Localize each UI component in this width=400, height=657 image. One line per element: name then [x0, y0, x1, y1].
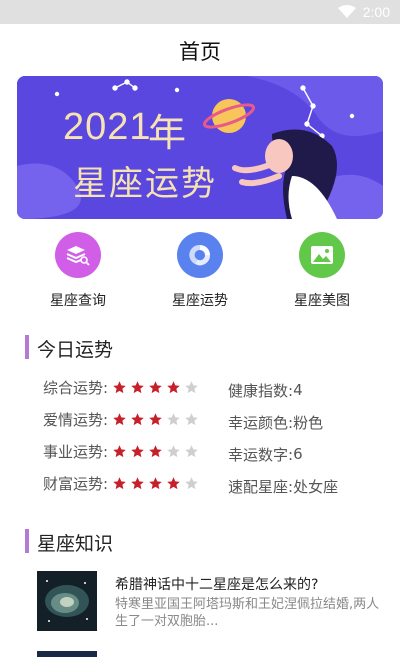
- quick-link-label: 星座美图: [294, 293, 350, 309]
- rating-stars: [112, 380, 199, 395]
- article-item[interactable]: 希腊神话中十二星座是怎么来的? 特寒里亚国王阿塔玛斯和王妃涅佩拉结婚,两人生了一…: [37, 571, 382, 631]
- star-empty-icon: [185, 476, 198, 489]
- rating-row: 综合运势:: [43, 377, 199, 397]
- info-row: 幸运颜色: 粉色: [228, 412, 323, 432]
- info-label: 幸运数字:: [228, 445, 294, 464]
- section-accent-bar: [25, 529, 29, 553]
- quick-link-label: 星座运势: [172, 293, 228, 309]
- section-title-knowledge: 星座知识: [37, 533, 114, 555]
- info-value: 处女座: [293, 477, 339, 496]
- info-row: 速配星座: 处女座: [228, 476, 338, 496]
- star-empty-icon: [185, 380, 198, 393]
- section-accent-bar: [25, 335, 29, 359]
- quick-link-label: 星座查询: [50, 293, 106, 309]
- banner-subtitle: 星座运势: [73, 164, 217, 204]
- layers-search-icon: [66, 246, 90, 266]
- info-value: 粉色: [293, 413, 324, 432]
- article-description: 特寒里亚国王阿塔玛斯和王妃涅佩拉结婚,两人生了一对双胞胎...: [115, 597, 380, 629]
- star-filled-icon: [131, 412, 144, 425]
- rating-label: 爱情运势:: [43, 410, 109, 429]
- star-filled-icon: [113, 476, 126, 489]
- star-filled-icon: [131, 444, 144, 457]
- wifi-icon: [337, 5, 356, 18]
- quick-link-gallery[interactable]: 星座美图: [274, 232, 370, 310]
- quick-icon-bg: [55, 232, 101, 278]
- star-filled-icon: [167, 380, 180, 393]
- rating-row: 爱情运势:: [43, 409, 199, 429]
- rating-stars: [112, 476, 199, 491]
- rating-stars: [112, 412, 199, 427]
- star-filled-icon: [113, 412, 126, 425]
- rating-label: 财富运势:: [43, 474, 109, 493]
- star-filled-icon: [131, 380, 144, 393]
- star-empty-icon: [167, 444, 180, 457]
- star-filled-icon: [149, 412, 162, 425]
- rating-label: 综合运势:: [43, 378, 109, 397]
- section-title-today: 今日运势: [37, 339, 114, 361]
- star-empty-icon: [185, 444, 198, 457]
- info-label: 速配星座:: [228, 477, 294, 496]
- rating-row: 事业运势:: [43, 441, 199, 461]
- star-filled-icon: [113, 380, 126, 393]
- star-empty-icon: [185, 412, 198, 425]
- article-thumbnail: [37, 571, 97, 631]
- star-filled-icon: [149, 476, 162, 489]
- star-filled-icon: [113, 444, 126, 457]
- info-value: 4: [293, 381, 303, 399]
- article-title: 希腊神话中十二星座是怎么来的?: [115, 577, 319, 593]
- banner-year: 2021: [63, 106, 152, 148]
- quick-link-query[interactable]: 星座查询: [30, 232, 126, 310]
- page-title: 首页: [179, 40, 221, 64]
- status-bar: 2:00: [0, 0, 400, 24]
- banner[interactable]: 2021 年 星座运势: [17, 76, 383, 219]
- rating-label: 事业运势:: [43, 442, 109, 461]
- info-row: 健康指数: 4: [228, 380, 303, 400]
- status-icons: 2:00: [337, 3, 390, 21]
- quick-icon-bg: [299, 232, 345, 278]
- star-empty-icon: [167, 412, 180, 425]
- image-icon: [311, 246, 333, 264]
- quick-icon-bg: [177, 232, 223, 278]
- rating-row: 财富运势:: [43, 473, 199, 493]
- info-label: 幸运颜色:: [228, 413, 294, 432]
- star-filled-icon: [149, 444, 162, 457]
- star-filled-icon: [149, 380, 162, 393]
- rating-stars: [112, 444, 199, 459]
- star-filled-icon: [131, 476, 144, 489]
- info-label: 健康指数:: [228, 381, 294, 400]
- status-time: 2:00: [362, 4, 390, 20]
- info-row: 幸运数字: 6: [228, 444, 303, 464]
- info-value: 6: [293, 445, 303, 463]
- article-thumbnail-next[interactable]: [37, 651, 97, 657]
- star-filled-icon: [167, 476, 180, 489]
- quick-link-fortune[interactable]: 星座运势: [152, 232, 248, 310]
- nebula-image: [37, 571, 97, 631]
- swirl-icon: [189, 244, 211, 266]
- banner-year-suffix: 年: [148, 111, 187, 155]
